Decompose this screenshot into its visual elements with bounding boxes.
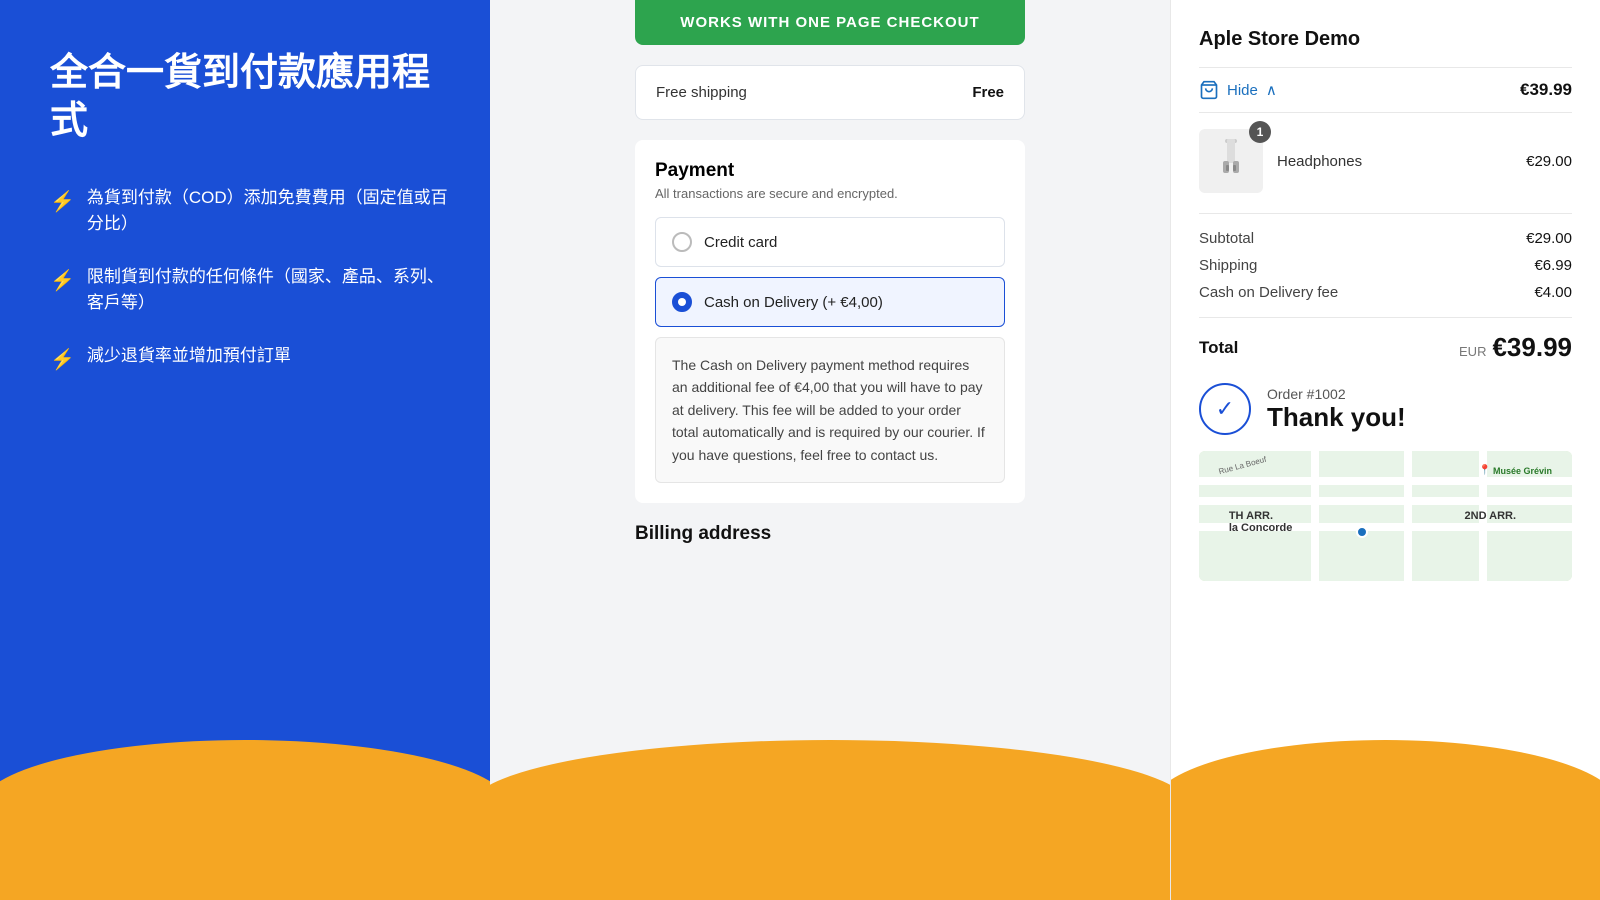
subtotal-value: €29.00 <box>1526 230 1572 247</box>
map-road-v2 <box>1404 451 1412 581</box>
shipping-price: Free <box>972 84 1004 101</box>
cart-item: 1 Headphones €29.00 <box>1199 129 1572 193</box>
feature-list: ⚡ 為貨到付款（COD）添加免費費用（固定值或百分比） ⚡ 限制貨到付款的任何條… <box>50 185 450 375</box>
map-road-v1 <box>1311 451 1319 581</box>
feature-text-3: 減少退貨率並增加預付訂單 <box>87 343 291 369</box>
cod-fee-value: €4.00 <box>1534 284 1572 301</box>
feature-item-3: ⚡ 減少退貨率並增加預付訂單 <box>50 343 450 375</box>
product-quantity-badge: 1 <box>1249 121 1271 143</box>
check-circle-icon: ✓ <box>1199 383 1251 435</box>
billing-title: Billing address <box>635 523 1025 545</box>
hide-label: Hide <box>1227 82 1258 99</box>
feature-text-1: 為貨到付款（COD）添加免費費用（固定值或百分比） <box>87 185 450 236</box>
cart-total-header: €39.99 <box>1520 80 1572 100</box>
shipping-box: Free shipping Free <box>635 65 1025 120</box>
total-amount: €39.99 <box>1492 332 1572 363</box>
map-road-h3 <box>1199 477 1572 485</box>
checkout-banner: WORKS WITH ONE PAGE CHECKOUT <box>635 0 1025 45</box>
map-road-h1 <box>1199 497 1572 505</box>
cart-header: Hide ∧ €39.99 <box>1199 67 1572 113</box>
middle-inner: WORKS WITH ONE PAGE CHECKOUT Free shippi… <box>635 0 1025 545</box>
order-number: Order #1002 <box>1267 386 1406 402</box>
subtotal-label: Subtotal <box>1199 230 1254 247</box>
shipping-row: Shipping €6.99 <box>1199 257 1572 274</box>
bolt-icon-2: ⚡ <box>50 266 75 296</box>
credit-card-label: Credit card <box>704 234 777 251</box>
product-info: Headphones <box>1277 153 1512 170</box>
left-panel: 全合一貨到付款應用程式 ⚡ 為貨到付款（COD）添加免費費用（固定值或百分比） … <box>0 0 490 900</box>
cart-hide-button[interactable]: Hide ∧ <box>1199 80 1277 100</box>
cod-fee-label: Cash on Delivery fee <box>1199 284 1338 301</box>
bolt-icon-3: ⚡ <box>50 345 75 375</box>
total-right: EUR €39.99 <box>1459 332 1572 363</box>
right-panel: Aple Store Demo Hide ∧ €39.99 <box>1170 0 1600 900</box>
map-1arr-label: TH ARR.la Concorde <box>1229 510 1293 534</box>
credit-card-option[interactable]: Credit card <box>655 217 1005 267</box>
cod-radio-inner <box>678 298 686 306</box>
bolt-icon-1: ⚡ <box>50 187 75 217</box>
thank-you-box: ✓ Order #1002 Thank you! <box>1199 383 1572 435</box>
map-2arr-label: 2ND ARR. <box>1465 510 1517 522</box>
product-img-wrap: 1 <box>1199 129 1263 193</box>
thank-you-heading: Thank you! <box>1267 402 1406 433</box>
product-name: Headphones <box>1277 153 1512 170</box>
total-row: Total EUR €39.99 <box>1199 317 1572 363</box>
map-pin <box>1356 526 1368 538</box>
payment-section: Payment All transactions are secure and … <box>635 140 1025 503</box>
shipping-summary-value: €6.99 <box>1534 257 1572 274</box>
shipping-summary-label: Shipping <box>1199 257 1257 274</box>
feature-item-1: ⚡ 為貨到付款（COD）添加免費費用（固定值或百分比） <box>50 185 450 236</box>
product-price: €29.00 <box>1526 153 1572 170</box>
map-street-label: Rue La Boeuf <box>1217 455 1267 476</box>
cod-radio <box>672 292 692 312</box>
total-currency: EUR <box>1459 344 1486 359</box>
cod-description: The Cash on Delivery payment method requ… <box>655 337 1005 483</box>
map-preview: Rue La Boeuf 📍 Musée Grévin TH ARR.la Co… <box>1199 451 1572 581</box>
store-title: Aple Store Demo <box>1199 28 1572 51</box>
middle-panel: WORKS WITH ONE PAGE CHECKOUT Free shippi… <box>490 0 1170 900</box>
total-label: Total <box>1199 338 1238 358</box>
cod-option[interactable]: Cash on Delivery (+ €4,00) <box>655 277 1005 327</box>
payment-subtitle: All transactions are secure and encrypte… <box>655 186 1005 201</box>
cod-fee-row: Cash on Delivery fee €4.00 <box>1199 284 1572 301</box>
feature-item-2: ⚡ 限制貨到付款的任何條件（國家、產品、系列、客戶等） <box>50 264 450 315</box>
right-inner: Aple Store Demo Hide ∧ €39.99 <box>1171 0 1600 900</box>
cod-label: Cash on Delivery (+ €4,00) <box>704 294 883 311</box>
map-musee-label: 📍 Musée Grévin <box>1479 465 1552 476</box>
credit-card-radio <box>672 232 692 252</box>
headphones-img <box>1211 137 1251 185</box>
order-summary: Subtotal €29.00 Shipping €6.99 Cash on D… <box>1199 213 1572 301</box>
cart-icon <box>1199 80 1219 100</box>
thank-text: Order #1002 Thank you! <box>1267 386 1406 433</box>
subtotal-row: Subtotal €29.00 <box>1199 230 1572 247</box>
map-bg: Rue La Boeuf 📍 Musée Grévin TH ARR.la Co… <box>1199 451 1572 581</box>
shipping-label: Free shipping <box>656 84 747 101</box>
chevron-up-icon: ∧ <box>1266 81 1277 99</box>
feature-text-2: 限制貨到付款的任何條件（國家、產品、系列、客戶等） <box>87 264 450 315</box>
main-title: 全合一貨到付款應用程式 <box>50 50 450 145</box>
payment-title: Payment <box>655 160 1005 182</box>
